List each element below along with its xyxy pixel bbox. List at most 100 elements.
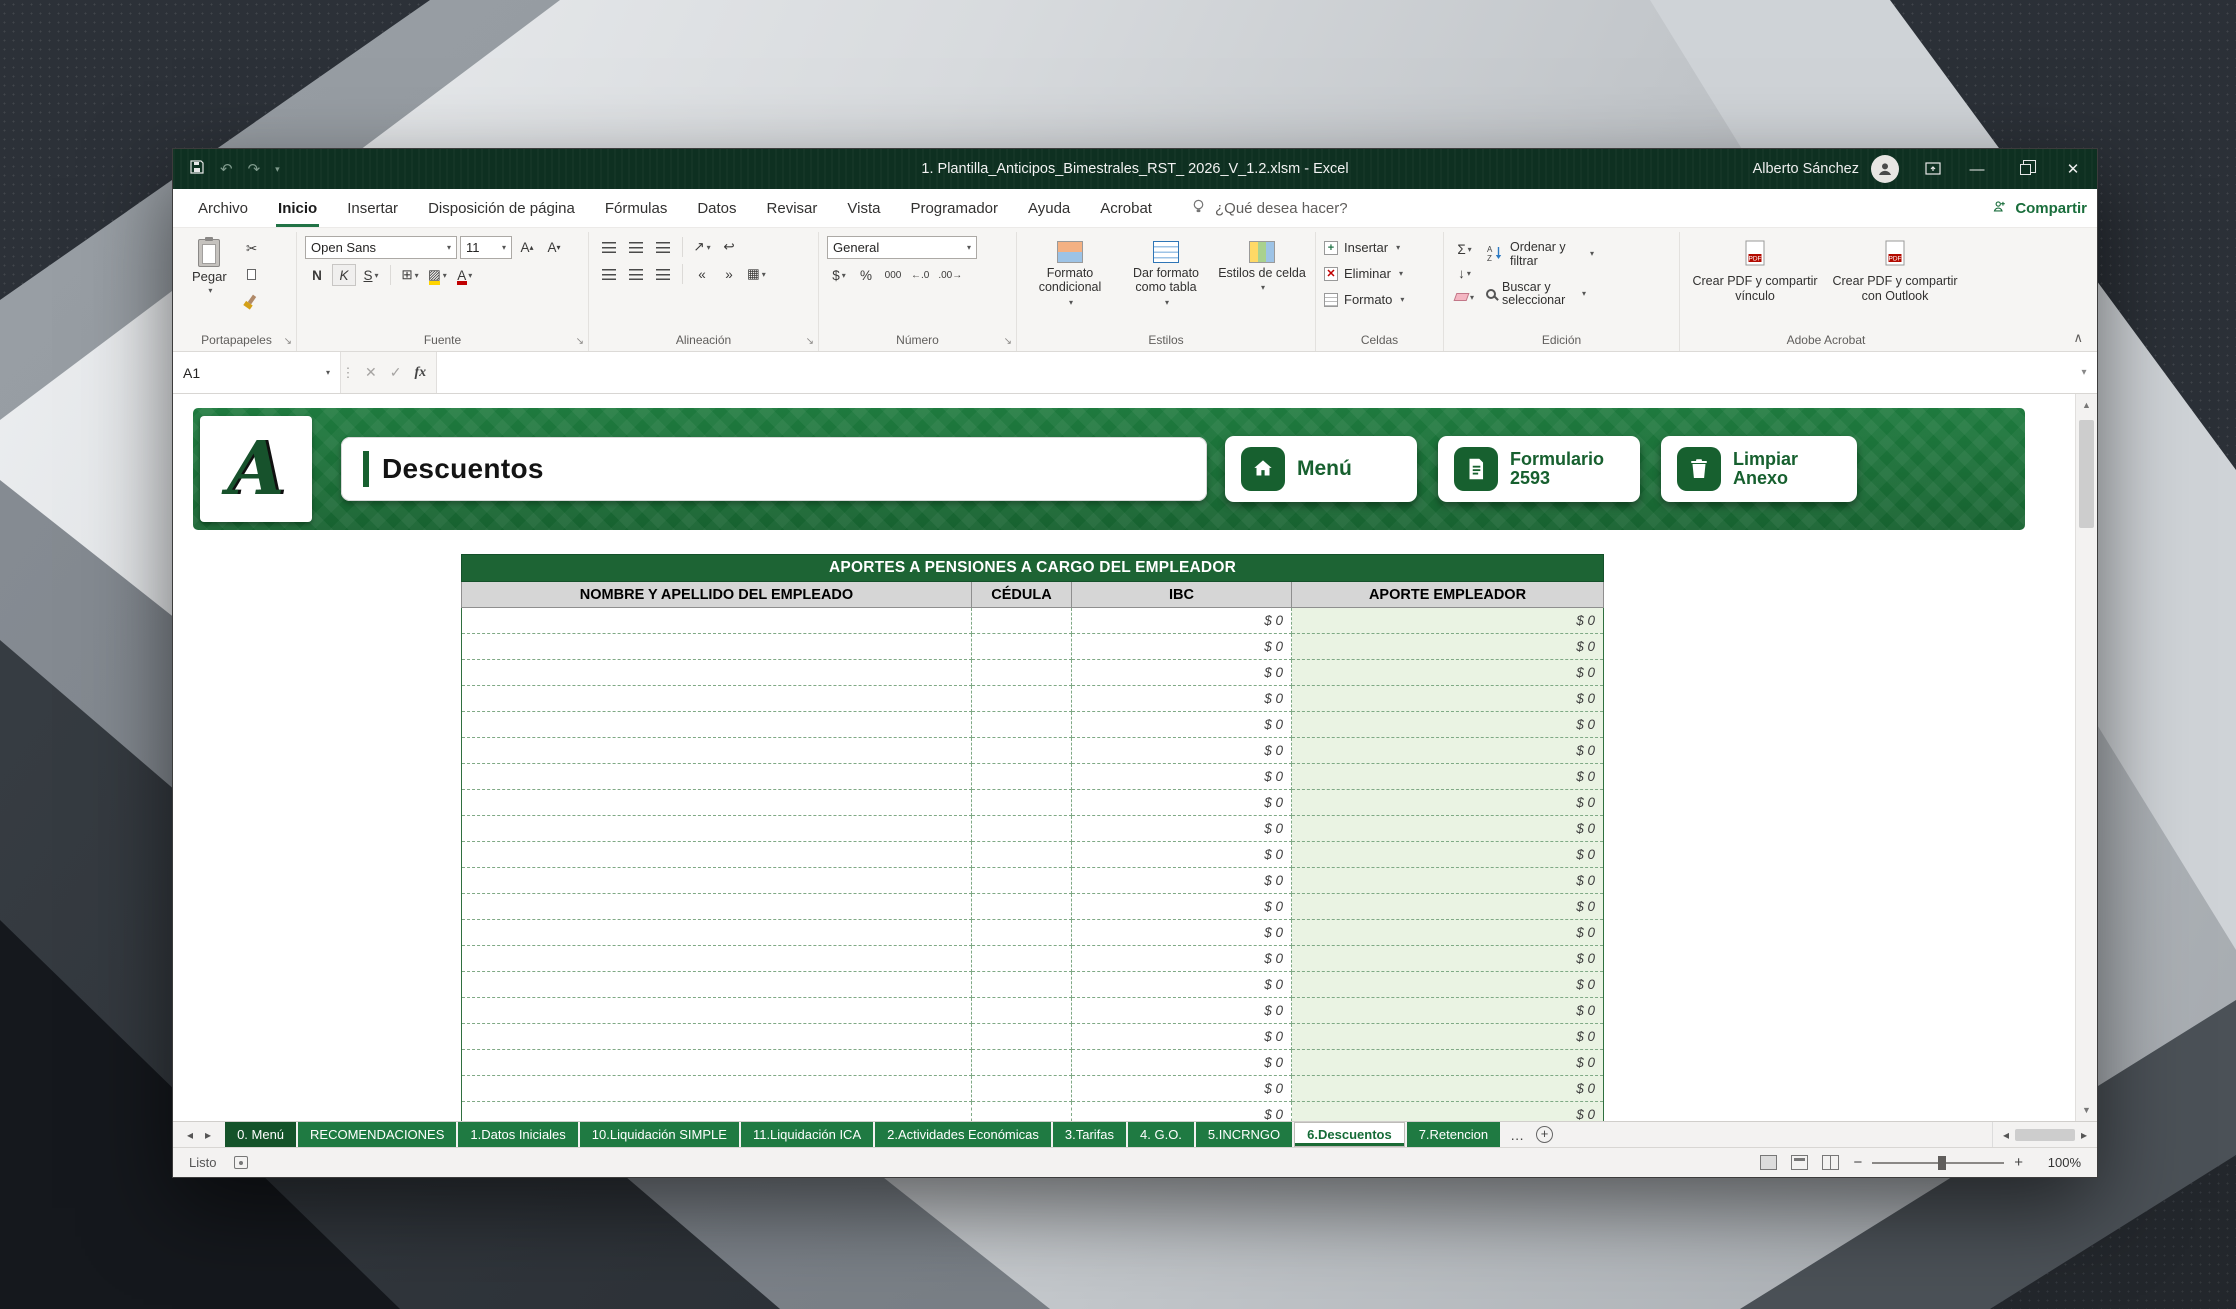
dialog-launcher-icon[interactable]: ↘	[284, 336, 292, 347]
cell-aporte[interactable]: $ 0	[1292, 842, 1604, 868]
avatar[interactable]	[1871, 155, 1899, 183]
cell-nombre[interactable]	[462, 1076, 972, 1102]
menu-tab-insertar[interactable]: Insertar	[332, 189, 413, 227]
increase-indent-button[interactable]: »	[717, 263, 741, 285]
close-button[interactable]: ✕	[2049, 149, 2097, 189]
scroll-left-icon[interactable]: ◂	[2003, 1128, 2009, 1142]
cell-nombre[interactable]	[462, 972, 972, 998]
cell-aporte[interactable]: $ 0	[1292, 660, 1604, 686]
paste-button[interactable]: Pegar ▾	[185, 236, 234, 310]
cell-cedula[interactable]	[972, 920, 1072, 946]
cell-cedula[interactable]	[972, 868, 1072, 894]
expand-formula-bar-icon[interactable]: ▾	[2071, 352, 2097, 393]
cell-ibc[interactable]: $ 0	[1072, 842, 1292, 868]
cell-nombre[interactable]	[462, 946, 972, 972]
comma-style-button[interactable]: 000	[881, 264, 905, 286]
cell-aporte[interactable]: $ 0	[1292, 920, 1604, 946]
new-sheet-button[interactable]: +	[1536, 1126, 1553, 1143]
cell-cedula[interactable]	[972, 712, 1072, 738]
sheet-tab-0-men[interactable]: 0. Menú	[225, 1122, 296, 1147]
cell-cedula[interactable]	[972, 1102, 1072, 1122]
cell-aporte[interactable]: $ 0	[1292, 816, 1604, 842]
share-button[interactable]: Compartir	[1992, 189, 2087, 227]
cell-cedula[interactable]	[972, 816, 1072, 842]
orientation-button[interactable]: ↗▾	[690, 236, 714, 258]
cell-nombre[interactable]	[462, 816, 972, 842]
insert-function-button[interactable]: fx	[414, 365, 426, 381]
sheet-tab-5-incrngo[interactable]: 5.INCRNGO	[1196, 1122, 1292, 1147]
create-pdf-outlook-button[interactable]: PDF Crear PDF y compartir con Outlook	[1828, 236, 1962, 304]
cut-button[interactable]: ✂	[240, 238, 264, 260]
cell-aporte[interactable]: $ 0	[1292, 712, 1604, 738]
minimize-button[interactable]: —	[1953, 149, 2001, 189]
font-color-button[interactable]: A▾	[453, 264, 477, 286]
scroll-right-icon[interactable]: ▸	[2081, 1128, 2087, 1142]
zoom-percent[interactable]: 100%	[2037, 1155, 2081, 1170]
cell-nombre[interactable]	[462, 920, 972, 946]
cell-aporte[interactable]: $ 0	[1292, 972, 1604, 998]
dialog-launcher-icon[interactable]: ↘	[1004, 336, 1012, 347]
autosum-button[interactable]: Σ▾	[1452, 238, 1477, 260]
cell-nombre[interactable]	[462, 894, 972, 920]
merge-center-button[interactable]: ▦▾	[744, 263, 769, 285]
cell-aporte[interactable]: $ 0	[1292, 1102, 1604, 1122]
sheet-tab-7-retencion[interactable]: 7.Retencion	[1407, 1122, 1500, 1147]
form-2593-button[interactable]: Formulario 2593	[1438, 436, 1640, 502]
percent-style-button[interactable]: %	[854, 264, 878, 286]
cell-ibc[interactable]: $ 0	[1072, 1076, 1292, 1102]
increase-decimal-button[interactable]: ←.0	[908, 264, 932, 286]
copy-button[interactable]	[240, 263, 264, 285]
normal-view-icon[interactable]	[1760, 1155, 1777, 1170]
cell-ibc[interactable]: $ 0	[1072, 1102, 1292, 1122]
cancel-entry-icon[interactable]: ✕	[365, 364, 377, 381]
sheet-tab-recomendaciones[interactable]: RECOMENDACIONES	[298, 1122, 456, 1147]
format-cells-button[interactable]: Formato ▾	[1324, 288, 1435, 311]
cell-cedula[interactable]	[972, 686, 1072, 712]
fill-color-button[interactable]: ▨▾	[425, 264, 450, 286]
cell-ibc[interactable]: $ 0	[1072, 608, 1292, 634]
cell-ibc[interactable]: $ 0	[1072, 998, 1292, 1024]
cell-ibc[interactable]: $ 0	[1072, 686, 1292, 712]
cell-nombre[interactable]	[462, 660, 972, 686]
sheet-tab-4-g-o[interactable]: 4. G.O.	[1128, 1122, 1194, 1147]
cell-ibc[interactable]: $ 0	[1072, 764, 1292, 790]
cell-nombre[interactable]	[462, 1024, 972, 1050]
menu-tab-revisar[interactable]: Revisar	[752, 189, 833, 227]
cell-ibc[interactable]: $ 0	[1072, 946, 1292, 972]
formula-bar-splitter[interactable]: ⋮	[341, 352, 355, 393]
cell-nombre[interactable]	[462, 738, 972, 764]
name-box[interactable]: A1 ▾	[173, 352, 341, 393]
cell-aporte[interactable]: $ 0	[1292, 946, 1604, 972]
menu-tab-datos[interactable]: Datos	[682, 189, 751, 227]
cell-cedula[interactable]	[972, 790, 1072, 816]
cell-nombre[interactable]	[462, 868, 972, 894]
cell-cedula[interactable]	[972, 634, 1072, 660]
cell-nombre[interactable]	[462, 998, 972, 1024]
customize-qat-icon[interactable]: ▾	[275, 164, 280, 175]
cell-nombre[interactable]	[462, 634, 972, 660]
cell-cedula[interactable]	[972, 1076, 1072, 1102]
cell-cedula[interactable]	[972, 660, 1072, 686]
sheet-tab-2-actividades-econ-micas[interactable]: 2.Actividades Económicas	[875, 1122, 1051, 1147]
currency-format-button[interactable]: $▾	[827, 264, 851, 286]
decrease-indent-button[interactable]: «	[690, 263, 714, 285]
redo-icon[interactable]: ↷	[248, 160, 261, 178]
cell-nombre[interactable]	[462, 790, 972, 816]
bold-button[interactable]: N	[305, 264, 329, 286]
more-sheets-button[interactable]: …	[1502, 1122, 1532, 1147]
sheet-tab-1-datos-iniciales[interactable]: 1.Datos Iniciales	[458, 1122, 577, 1147]
next-sheet-icon[interactable]: ▸	[205, 1128, 211, 1142]
cell-ibc[interactable]: $ 0	[1072, 894, 1292, 920]
sheet-tab-11-liquidaci-n-ica[interactable]: 11.Liquidación ICA	[741, 1122, 873, 1147]
cell-ibc[interactable]: $ 0	[1072, 634, 1292, 660]
number-format-combo[interactable]: General ▾	[827, 236, 977, 259]
sort-filter-button[interactable]: AZ Ordenar y filtrar ▾	[1483, 239, 1597, 271]
formula-input[interactable]	[436, 352, 2071, 393]
dialog-launcher-icon[interactable]: ↘	[576, 336, 584, 347]
cell-nombre[interactable]	[462, 686, 972, 712]
hscrollbar-thumb[interactable]	[2015, 1129, 2075, 1141]
cell-cedula[interactable]	[972, 998, 1072, 1024]
scrollbar-thumb[interactable]	[2079, 420, 2094, 528]
cell-aporte[interactable]: $ 0	[1292, 790, 1604, 816]
save-icon[interactable]	[189, 159, 205, 179]
